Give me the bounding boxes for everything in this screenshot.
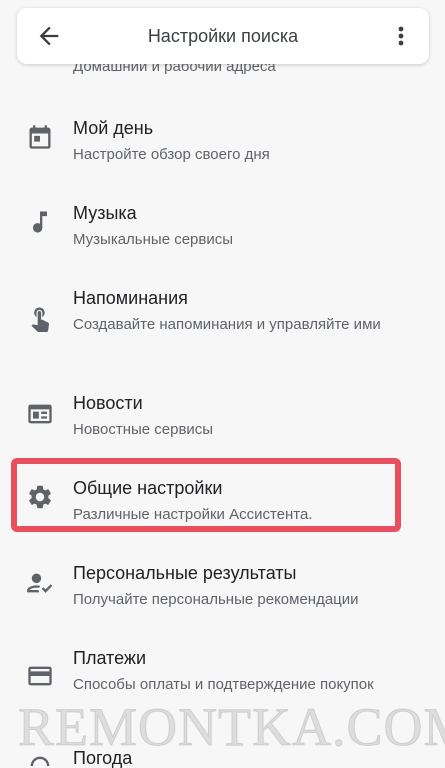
- calendar-icon: [29, 125, 51, 149]
- list-item-reminders[interactable]: Напоминания Создавайте напоминания и упр…: [0, 282, 445, 362]
- list-item-personal-results[interactable]: Персональные результаты Получайте персон…: [0, 557, 445, 617]
- list-item-news[interactable]: Новости Новостные сервисы: [0, 387, 445, 447]
- gear-icon: [29, 485, 51, 509]
- reminder-hand-icon: [31, 307, 50, 332]
- page-title: Настройки поиска: [147, 26, 299, 46]
- list-item-my-day[interactable]: Мой день Настройте обзор своего дня: [0, 112, 445, 172]
- news-icon: [28, 404, 52, 424]
- item-subtitle: Создавайте напоминания и управляйте ими: [73, 316, 381, 333]
- item-subtitle: Настройте обзор своего дня: [73, 146, 270, 163]
- music-note-icon: [33, 211, 47, 233]
- more-vert-icon[interactable]: [391, 22, 411, 50]
- item-title: Общие настройки: [73, 478, 223, 498]
- arrow-back-icon[interactable]: [35, 22, 63, 50]
- list-item-music[interactable]: Музыка Музыкальные сервисы: [0, 197, 445, 257]
- watermark: REMONTKA.COM: [18, 697, 445, 758]
- person-check-icon: [27, 573, 53, 593]
- item-subtitle: Получайте персональные рекомендации: [73, 591, 359, 608]
- item-title: Новости: [73, 393, 143, 413]
- item-subtitle: Способы оплаты и подтверждение покупок: [73, 676, 374, 693]
- credit-card-icon: [28, 666, 52, 686]
- item-title: Персональные результаты: [73, 563, 297, 583]
- item-subtitle: Новостные сервисы: [73, 421, 214, 438]
- item-title: Напоминания: [73, 288, 188, 308]
- settings-screen: Домашний и рабочий адреса Мой день Настр…: [0, 0, 445, 768]
- search-settings-header: Настройки поиска: [17, 8, 429, 64]
- item-title: Музыка: [73, 203, 137, 223]
- item-title: Мой день: [73, 118, 154, 138]
- list-item-general-settings[interactable]: Общие настройки Различные настройки Асси…: [0, 472, 445, 532]
- item-subtitle: Различные настройки Ассистента.: [73, 506, 313, 523]
- item-subtitle: Музыкальные сервисы: [73, 231, 234, 248]
- item-title: Платежи: [73, 648, 147, 668]
